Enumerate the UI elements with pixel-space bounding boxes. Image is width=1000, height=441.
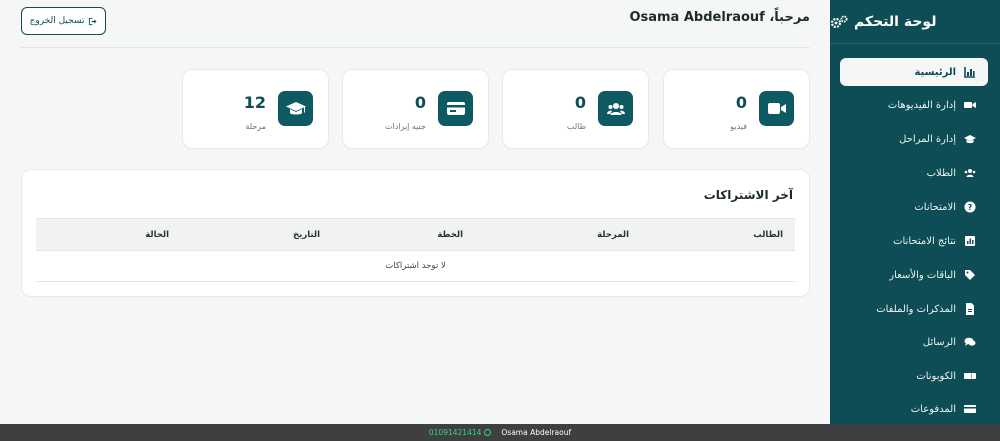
comments-icon [964,337,976,346]
sidebar-brand: لوحة التحكم [830,0,1000,44]
sidebar-item-label: الرئيسية [914,66,956,78]
poll-icon [965,236,975,246]
sidebar-item-label: الكوبونات [916,370,956,382]
stat-card-students: 0 طالب [502,69,649,149]
footer-name: Osama Abdelraouf [501,428,572,437]
stat-label: مرحلة [245,122,266,131]
chart-icon [964,67,975,78]
video-icon [759,91,794,126]
footer-phone-number: 01091421414 [428,428,482,437]
welcome-heading: مرحباً، Osama Abdelraouf [629,10,810,25]
stat-card-stages: 12 مرحلة [182,69,329,149]
stat-card-videos: 0 فيديو [663,69,810,149]
column-header-date: التاريخ [293,230,320,240]
users-icon [598,91,633,126]
stat-card-revenue: 0 جنيه إيرادات [342,69,489,149]
sidebar-item-label: نتائج الامتحانات [893,235,956,247]
gears-icon [830,15,848,28]
sidebar-item-messages[interactable]: الرسائل [840,328,988,356]
users-icon [964,169,976,177]
column-header-plan: الخطة [437,230,463,240]
column-header-status: الحالة [145,230,169,240]
column-header-student: الطالب [753,230,783,240]
stat-label: فيديو [730,122,747,131]
footer: 01091421414 Osama Abdelraouf [0,424,1000,441]
logout-label: تسجيل الخروج [29,16,85,26]
sidebar-item-label: المذكرات والملفات [876,303,956,315]
sidebar-item-home[interactable]: الرئيسية [840,58,988,86]
money-card-icon [438,91,473,126]
sidebar-item-exams[interactable]: ? الامتحانات [840,193,988,221]
file-pdf-icon [966,303,974,315]
svg-text:?: ? [968,203,973,212]
sidebar-item-videos[interactable]: إدارة الفيديوهات [840,91,988,119]
sidebar-item-label: المدفوعات [910,403,956,415]
sidebar-item-payments[interactable]: المدفوعات [840,395,988,423]
sidebar-item-label: الطلاب [926,167,956,179]
footer-phone[interactable]: 01091421414 [429,428,492,437]
graduation-cap-icon [278,91,313,126]
sidebar-item-packages[interactable]: الباقات والأسعار [840,261,988,289]
sidebar-item-stages[interactable]: إدارة المراحل [840,125,988,153]
sidebar-item-exam-results[interactable]: نتائج الامتحانات [840,227,988,255]
stat-label: طالب [566,122,586,131]
panel-title: آخر الاشتراكات [703,188,793,202]
sidebar-item-label: إدارة المراحل [899,133,956,145]
stat-value: 0 [735,93,747,112]
sign-out-icon [89,17,98,25]
ticket-icon [964,373,976,379]
header-divider [20,47,810,48]
main-content: مرحباً، Osama Abdelraouf تسجيل الخروج 0 … [0,0,830,424]
graduation-cap-icon [964,135,976,144]
table-header: الطالب المرحلة الخطة التاريخ الحالة [36,218,795,251]
sidebar-item-students[interactable]: الطلاب [840,159,988,187]
logout-button[interactable]: تسجيل الخروج [21,7,106,35]
sidebar-item-label: الباقات والأسعار [889,269,956,281]
tags-icon [965,270,975,280]
column-header-stage: المرحلة [597,230,629,240]
sidebar-item-label: إدارة الفيديوهات [887,99,956,111]
stat-label: جنيه إيرادات [384,122,426,131]
stat-value: 0 [414,93,426,112]
sidebar-title: لوحة التحكم [854,13,937,30]
whatsapp-icon [484,429,492,436]
sidebar: لوحة التحكم الرئيسية إدارة الفيديوهات إد… [830,0,1000,424]
sidebar-item-notes-files[interactable]: المذكرات والملفات [840,295,988,323]
sidebar-item-coupons[interactable]: الكوبونات [840,362,988,390]
empty-table-message: لا توجد اشتراكات [36,251,795,282]
stat-value: 0 [574,93,586,112]
stat-value: 12 [243,93,266,112]
credit-card-icon [964,405,976,413]
question-circle-icon: ? [964,201,976,213]
latest-subscriptions-panel: آخر الاشتراكات الطالب المرحلة الخطة التا… [21,169,810,297]
sidebar-item-label: الرسائل [922,336,956,348]
sidebar-item-label: الامتحانات [914,201,956,213]
video-icon [964,102,976,108]
